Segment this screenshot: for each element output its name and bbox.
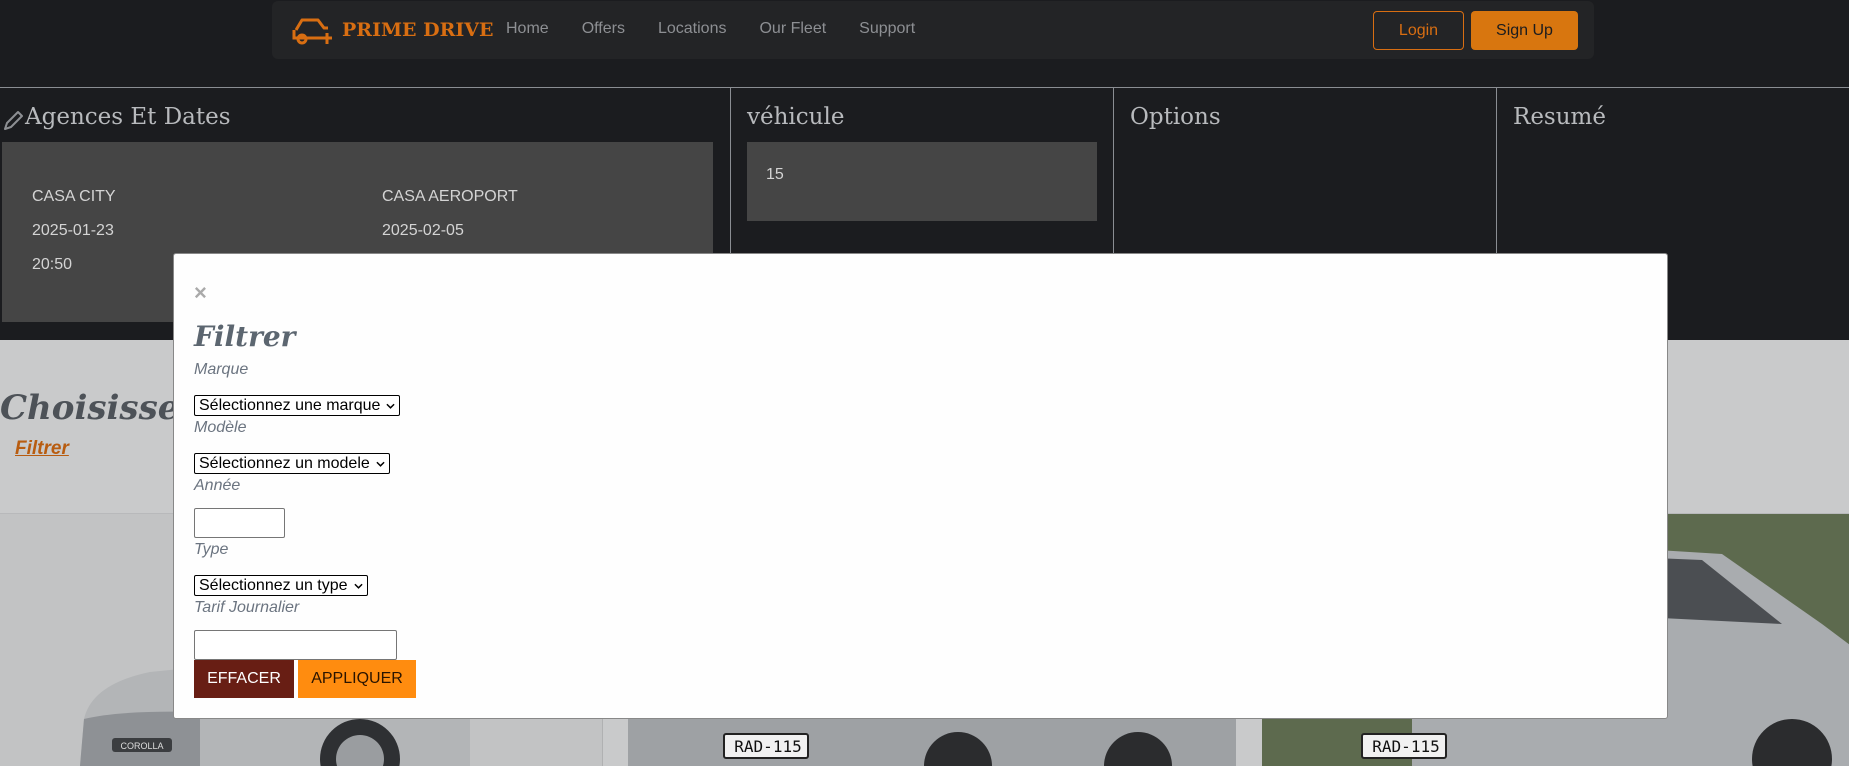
step-vehicle-title: véhicule — [747, 104, 845, 130]
signup-button[interactable]: Sign Up — [1471, 11, 1578, 50]
pickup-time: 20:50 — [32, 256, 73, 273]
vehicle-summary: 15 — [747, 142, 1097, 221]
brand-select-value: Sélectionnez une marque — [199, 396, 381, 414]
filter-modal: × Filtrer Marque Sélectionnez une marque… — [173, 253, 1668, 719]
close-icon[interactable]: × — [194, 282, 207, 304]
modal-title: Filtrer — [194, 320, 296, 353]
return-agency: CASA AEROPORT — [382, 188, 518, 205]
apply-button[interactable]: APPLIQUER — [298, 660, 416, 698]
car-key-icon — [292, 18, 332, 45]
nav-locations[interactable]: Locations — [658, 20, 727, 38]
car-model-badge: COROLLA — [120, 741, 163, 751]
clear-button[interactable]: EFFACER — [194, 660, 294, 698]
pencil-icon[interactable] — [2, 110, 24, 132]
model-select-value: Sélectionnez un modele — [199, 454, 370, 472]
pickup-date: 2025-01-23 — [32, 222, 114, 239]
vehicle-value: 15 — [766, 166, 784, 183]
type-label: Type — [194, 541, 229, 558]
type-select[interactable]: Sélectionnez un type — [194, 575, 368, 596]
daily-rate-label: Tarif Journalier — [194, 599, 300, 616]
brand-logo[interactable]: PRIME DRIVE — [292, 14, 493, 46]
return-date: 2025-02-05 — [382, 222, 464, 239]
brand-select[interactable]: Sélectionnez une marque — [194, 395, 401, 416]
brand-label: Marque — [194, 361, 249, 378]
navbar: PRIME DRIVE Home Offers Locations Our Fl… — [272, 1, 1594, 59]
model-label: Modèle — [194, 419, 247, 436]
nav-links: Home Offers Locations Our Fleet Support — [506, 20, 948, 38]
filter-link[interactable]: Filtrer — [15, 438, 69, 460]
type-select-value: Sélectionnez un type — [199, 576, 348, 594]
pickup-agency: CASA CITY — [32, 188, 116, 205]
chevron-down-icon — [386, 403, 396, 409]
return-details: CASA AEROPORT 2025-02-05 — [382, 180, 518, 248]
header: PRIME DRIVE Home Offers Locations Our Fl… — [0, 0, 1849, 88]
year-input[interactable] — [194, 508, 285, 538]
license-plate: RAD-115 — [1372, 737, 1439, 756]
nav-offers[interactable]: Offers — [582, 20, 625, 38]
chevron-down-icon — [353, 583, 363, 589]
nav-our-fleet[interactable]: Our Fleet — [759, 20, 826, 38]
year-label: Année — [194, 477, 241, 494]
daily-rate-input[interactable] — [194, 630, 397, 660]
nav-support[interactable]: Support — [859, 20, 915, 38]
chevron-down-icon — [376, 461, 385, 467]
license-plate: RAD-115 — [734, 737, 801, 756]
step-options-title: Options — [1130, 104, 1221, 130]
step-summary-title: Resumé — [1513, 104, 1606, 130]
nav-home[interactable]: Home — [506, 20, 549, 38]
login-button[interactable]: Login — [1373, 11, 1464, 50]
brand-name: PRIME DRIVE — [342, 19, 494, 41]
step-agencies-title: Agences Et Dates — [25, 104, 231, 130]
pickup-details: CASA CITY 2025-01-23 20:50 — [32, 180, 116, 282]
model-select[interactable]: Sélectionnez un modele — [194, 453, 390, 474]
